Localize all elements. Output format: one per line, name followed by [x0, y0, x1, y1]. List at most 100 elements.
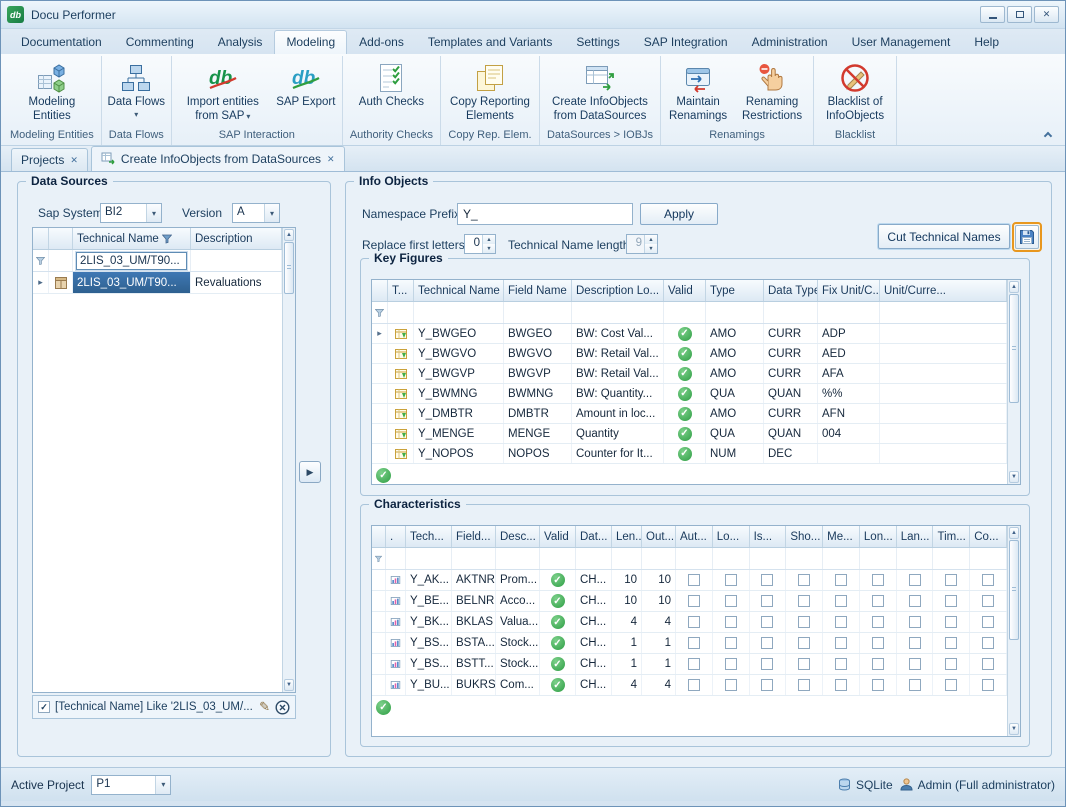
column-header-flag[interactable]: Lo... [713, 526, 750, 547]
maintain-renamings-button[interactable]: Maintain Renamings [664, 56, 732, 129]
table-row[interactable]: Y_BS... BSTA... Stock... ✓ CH... 1 1 [372, 633, 1007, 654]
flag-checkbox[interactable] [688, 595, 700, 607]
clear-filter-icon[interactable] [275, 700, 290, 715]
flag-checkbox[interactable] [725, 637, 737, 649]
column-header-technical-name[interactable]: Technical Name [414, 280, 504, 301]
column-header-icon[interactable]: . [386, 526, 406, 547]
renaming-restrictions-button[interactable]: Renaming Restrictions [734, 56, 810, 129]
auth-checks-button[interactable]: Auth Checks [351, 56, 431, 129]
doc-tab-create-infoobjects[interactable]: Create InfoObjects from DataSources ✕ [91, 146, 345, 171]
column-header-data-type[interactable]: Dat... [576, 526, 612, 547]
active-project-combo[interactable]: P1 ▾ [91, 775, 171, 795]
flag-checkbox[interactable] [761, 637, 773, 649]
ribbon-tab-settings[interactable]: Settings [564, 30, 631, 54]
ribbon-tab-help[interactable]: Help [962, 30, 1011, 54]
column-header-flag[interactable]: Is... [750, 526, 787, 547]
spin-down-icon[interactable]: ▼ [483, 244, 495, 253]
column-header-unit-currency[interactable]: Unit/Curre... [880, 280, 1007, 301]
description-filter-cell[interactable] [191, 250, 282, 271]
column-header-flag[interactable]: Me... [823, 526, 860, 547]
ribbon-tab-templates-and-variants[interactable]: Templates and Variants [416, 30, 565, 54]
flag-checkbox[interactable] [798, 616, 810, 628]
flag-checkbox[interactable] [945, 574, 957, 586]
flag-checkbox[interactable] [798, 679, 810, 691]
flag-checkbox[interactable] [798, 637, 810, 649]
modeling-entities-button[interactable]: Modeling Entities [19, 56, 85, 129]
column-header-flag[interactable]: Lan... [897, 526, 934, 547]
table-row[interactable]: Y_BU... BUKRS Com... ✓ CH... 4 4 [372, 675, 1007, 696]
flag-checkbox[interactable] [725, 658, 737, 670]
chevron-down-icon[interactable]: ▾ [264, 204, 279, 222]
create-infoobjects-button[interactable]: Create InfoObjects from DataSources [544, 56, 656, 129]
flag-checkbox[interactable] [761, 574, 773, 586]
table-row[interactable]: Y_DMBTR DMBTR Amount in loc... ✓ AMO CUR… [372, 404, 1007, 424]
flag-checkbox[interactable] [982, 637, 994, 649]
sap-export-button[interactable]: db SAP Export [273, 56, 339, 129]
filter-expression[interactable]: [Technical Name] Like '2LIS_03_UM/... [55, 701, 254, 713]
blacklist-of-infoobjects-button[interactable]: Blacklist of InfoObjects [817, 56, 893, 129]
scroll-up-icon[interactable]: ▲ [284, 229, 294, 241]
scrollbar-thumb[interactable] [1009, 294, 1019, 403]
scroll-down-icon[interactable]: ▼ [1009, 723, 1019, 735]
sap-system-combo[interactable]: BI2 ▾ [100, 203, 162, 223]
flag-checkbox[interactable] [945, 616, 957, 628]
column-header-description[interactable]: Description [191, 228, 282, 249]
flag-checkbox[interactable] [945, 595, 957, 607]
flag-checkbox[interactable] [725, 616, 737, 628]
column-header-type[interactable]: Type [706, 280, 764, 301]
scroll-up-icon[interactable]: ▲ [1009, 281, 1019, 293]
flag-checkbox[interactable] [725, 679, 737, 691]
ribbon-tab-user-management[interactable]: User Management [840, 30, 963, 54]
minimize-button[interactable] [980, 6, 1005, 23]
column-header-technical-name[interactable]: Technical Name [73, 228, 191, 249]
column-header-fix-unit[interactable]: Fix Unit/C... [818, 280, 880, 301]
cut-technical-names-button[interactable]: Cut Technical Names [878, 224, 1010, 249]
column-header-flag[interactable]: Sho... [786, 526, 823, 547]
flag-checkbox[interactable] [761, 658, 773, 670]
flag-checkbox[interactable] [835, 595, 847, 607]
filter-enabled-checkbox[interactable]: ✓ [38, 701, 50, 713]
column-header-technical-name[interactable]: Tech... [406, 526, 452, 547]
column-header-data-type[interactable]: Data Type [764, 280, 818, 301]
scroll-up-icon[interactable]: ▲ [1009, 527, 1019, 539]
flag-checkbox[interactable] [835, 637, 847, 649]
vertical-scrollbar[interactable]: ▲ ▼ [282, 228, 295, 692]
ribbon-tab-administration[interactable]: Administration [740, 30, 840, 54]
flag-checkbox[interactable] [945, 637, 957, 649]
table-row[interactable]: Y_BWGEO BWGEO BW: Cost Val... ✓ AMO CURR… [372, 324, 1007, 344]
flag-checkbox[interactable] [909, 679, 921, 691]
flag-checkbox[interactable] [688, 658, 700, 670]
flag-checkbox[interactable] [688, 679, 700, 691]
flag-checkbox[interactable] [798, 658, 810, 670]
flag-checkbox[interactable] [872, 574, 884, 586]
flag-checkbox[interactable] [835, 574, 847, 586]
column-header-length[interactable]: Len... [612, 526, 642, 547]
replace-first-letters-spinner[interactable]: 0 ▲▼ [464, 234, 496, 254]
table-row[interactable]: Y_BE... BELNR Acco... ✓ CH... 10 10 [372, 591, 1007, 612]
flag-checkbox[interactable] [798, 595, 810, 607]
column-header-field-name[interactable]: Field Name [504, 280, 572, 301]
flag-checkbox[interactable] [835, 616, 847, 628]
flag-checkbox[interactable] [945, 679, 957, 691]
flag-checkbox[interactable] [798, 574, 810, 586]
column-header-description[interactable]: Description Lo... [572, 280, 664, 301]
flag-checkbox[interactable] [835, 658, 847, 670]
table-row[interactable]: ▸ 2LIS_03_UM/T90... Revaluations [33, 272, 282, 294]
flag-checkbox[interactable] [725, 595, 737, 607]
ribbon-tab-analysis[interactable]: Analysis [206, 30, 275, 54]
version-combo[interactable]: A ▾ [232, 203, 280, 223]
edit-filter-icon[interactable]: ✎ [259, 699, 270, 715]
scroll-down-icon[interactable]: ▼ [1009, 471, 1019, 483]
ribbon-tab-modeling[interactable]: Modeling [274, 30, 347, 54]
scrollbar-thumb[interactable] [284, 242, 294, 294]
data-flows-button[interactable]: Data Flows ▾ [105, 56, 167, 129]
chevron-down-icon[interactable]: ▾ [146, 204, 161, 222]
tab-close-icon[interactable]: ✕ [327, 154, 335, 165]
column-header-flag[interactable]: Co... [970, 526, 1007, 547]
column-header-description[interactable]: Desc... [496, 526, 540, 547]
flag-checkbox[interactable] [982, 679, 994, 691]
scrollbar-thumb[interactable] [1009, 540, 1019, 640]
flag-checkbox[interactable] [909, 574, 921, 586]
close-button[interactable]: ✕ [1034, 6, 1059, 23]
table-row[interactable]: Y_BWGVP BWGVP BW: Retail Val... ✓ AMO CU… [372, 364, 1007, 384]
